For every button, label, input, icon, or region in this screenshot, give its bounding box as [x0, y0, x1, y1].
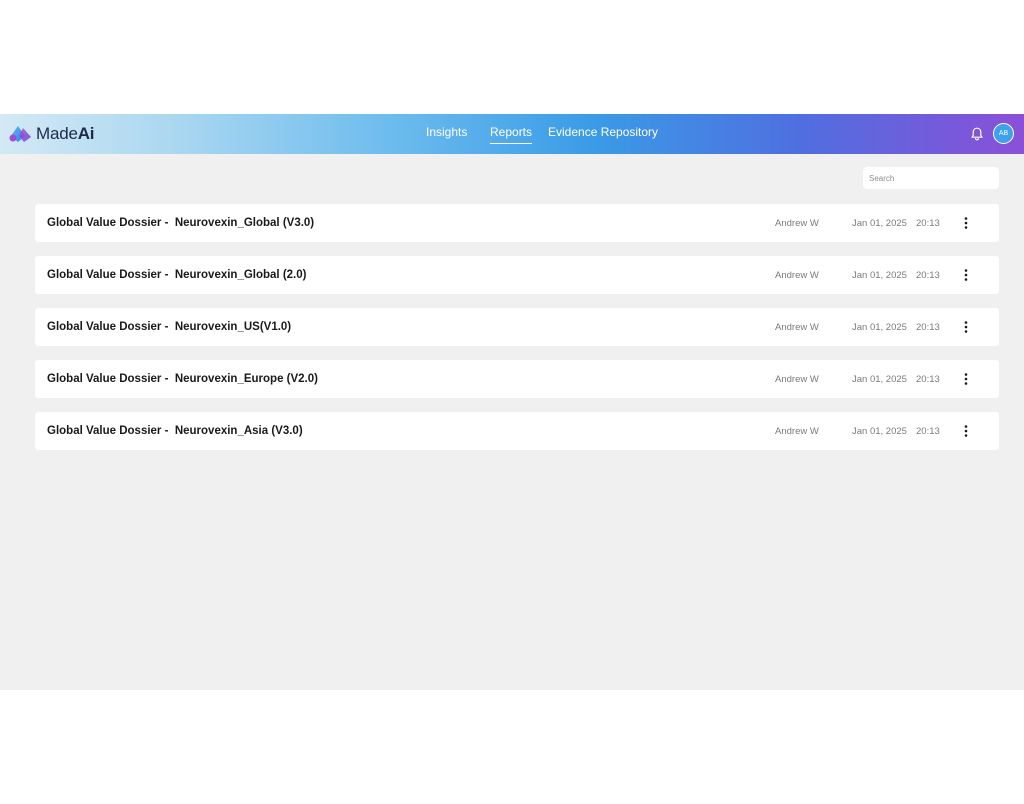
report-author: Andrew W	[775, 426, 819, 437]
report-list: Global Value Dossier - Neurovexin_Global…	[35, 204, 999, 464]
top-navbar: MadeAi Insights Reports Evidence Reposit…	[0, 114, 1024, 154]
main-nav: Insights Reports Evidence Repository	[0, 114, 1024, 154]
more-options-icon[interactable]	[960, 215, 972, 231]
report-row[interactable]: Global Value Dossier - Neurovexin_Asia (…	[35, 412, 999, 450]
report-author: Andrew W	[775, 218, 819, 229]
report-author: Andrew W	[775, 374, 819, 385]
report-date: Jan 01, 2025	[852, 426, 907, 437]
app-logo[interactable]: MadeAi	[9, 123, 95, 145]
report-date: Jan 01, 2025	[852, 374, 907, 385]
more-options-icon[interactable]	[960, 319, 972, 335]
report-date: Jan 01, 2025	[852, 270, 907, 281]
nav-evidence-repository[interactable]: Evidence Repository	[548, 125, 658, 139]
report-time: 20:13	[916, 270, 940, 281]
report-title: Global Value Dossier - Neurovexin_Global…	[47, 269, 307, 281]
user-avatar[interactable]: AB	[993, 123, 1014, 144]
nav-insights[interactable]: Insights	[426, 125, 467, 139]
report-title: Global Value Dossier - Neurovexin_Global…	[47, 217, 315, 229]
report-title: Global Value Dossier - Neurovexin_Europe…	[47, 373, 318, 385]
report-author: Andrew W	[775, 270, 819, 281]
report-row[interactable]: Global Value Dossier - Neurovexin_Global…	[35, 204, 999, 242]
report-row[interactable]: Global Value Dossier - Neurovexin_Global…	[35, 256, 999, 294]
report-time: 20:13	[916, 426, 940, 437]
report-author: Andrew W	[775, 322, 819, 333]
report-time: 20:13	[916, 322, 940, 333]
report-title: Global Value Dossier - Neurovexin_Asia (…	[47, 425, 303, 437]
more-options-icon[interactable]	[960, 371, 972, 387]
nav-reports[interactable]: Reports	[490, 125, 533, 144]
report-row[interactable]: Global Value Dossier - Neurovexin_US(V1.…	[35, 308, 999, 346]
more-options-icon[interactable]	[960, 267, 972, 283]
logo-text: MadeAi	[36, 124, 95, 143]
logo-mark-icon	[9, 126, 31, 142]
report-row[interactable]: Global Value Dossier - Neurovexin_Europe…	[35, 360, 999, 398]
report-time: 20:13	[916, 218, 940, 229]
more-options-icon[interactable]	[960, 423, 972, 439]
report-time: 20:13	[916, 374, 940, 385]
search-input[interactable]	[863, 167, 999, 189]
report-date: Jan 01, 2025	[852, 218, 907, 229]
bell-icon[interactable]	[969, 126, 985, 142]
report-title: Global Value Dossier - Neurovexin_US(V1.…	[47, 321, 292, 333]
app-frame: MadeAi Insights Reports Evidence Reposit…	[0, 114, 1024, 690]
report-date: Jan 01, 2025	[852, 322, 907, 333]
